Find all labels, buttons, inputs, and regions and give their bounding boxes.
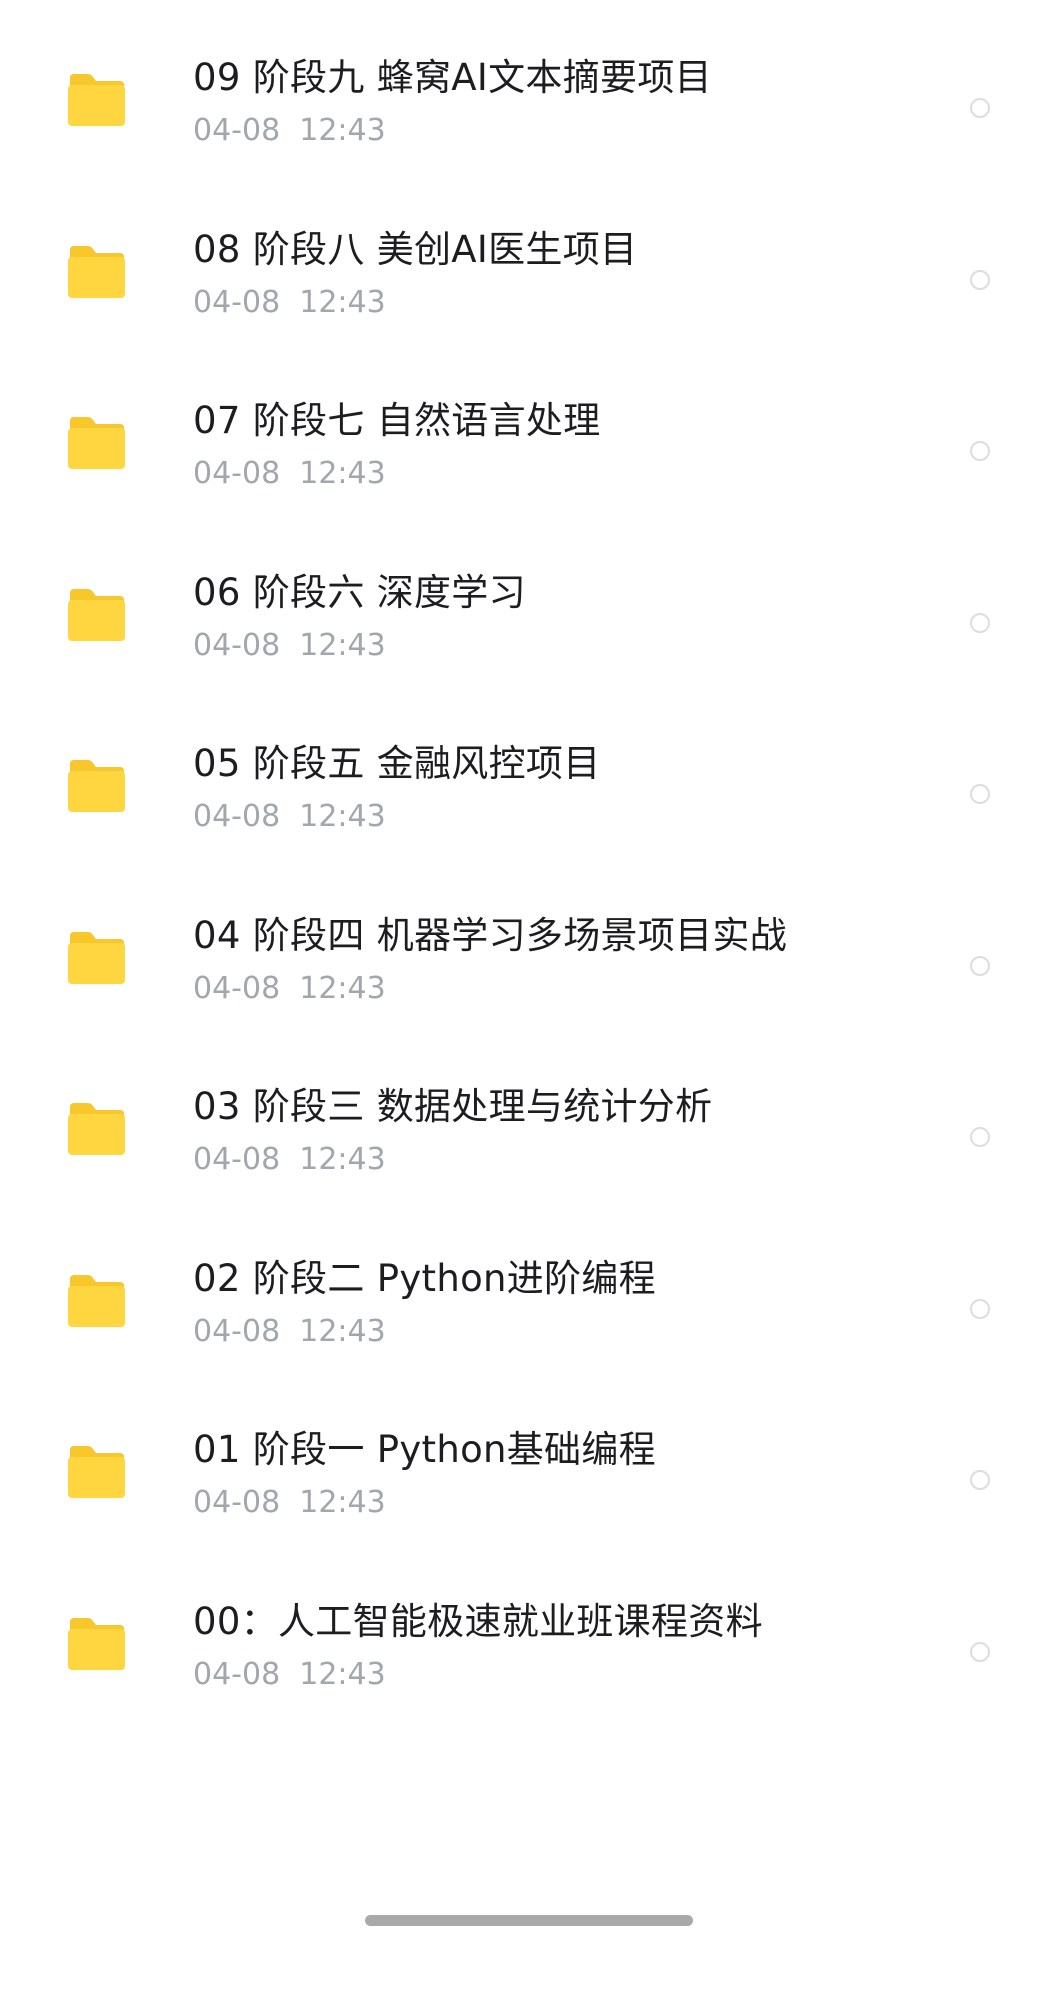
file-title: 08 阶段八 美创AI医生项目 [193,227,638,271]
file-row-text: 01 阶段一 Python基础编程 04-08 12:43 [193,1427,913,1521]
select-radio-circle[interactable] [970,98,990,118]
file-modified-time: 04-08 12:43 [193,1656,386,1692]
file-title: 00：人工智能极速就业班课程资料 [193,1599,763,1643]
file-row-text: 00：人工智能极速就业班课程资料 04-08 12:43 [193,1599,913,1693]
file-row[interactable]: 04 阶段四 机器学习多场景项目实战 04-08 12:43 [0,866,1039,1038]
file-title: 06 阶段六 深度学习 [193,570,526,614]
file-modified-time: 04-08 12:43 [193,1485,386,1520]
file-row[interactable]: 06 阶段六 深度学习 04-08 12:43 [0,523,1039,695]
file-title: 07 阶段七 自然语言处理 [193,399,601,442]
file-row[interactable]: 09 阶段九 蜂窝AI文本摘要项目 04-08 12:43 [0,8,1039,180]
file-row-text: 03 阶段三 数据处理与统计分析 04-08 12:43 [193,1084,913,1178]
folder-icon [66,1446,126,1498]
file-title: 05 阶段五 金融风控项目 [193,742,601,785]
select-radio-circle[interactable] [970,1127,990,1147]
file-row[interactable]: 00：人工智能极速就业班课程资料 04-08 12:43 [0,1552,1039,1724]
file-modified-time: 04-08 12:43 [193,456,386,491]
file-modified-time: 04-08 12:43 [193,284,386,320]
file-title: 01 阶段一 Python基础编程 [193,1428,656,1471]
file-row-text: 02 阶段二 Python进阶编程 04-08 12:43 [193,1256,913,1350]
file-row-text: 07 阶段七 自然语言处理 04-08 12:43 [193,398,913,492]
file-modified-time: 04-08 12:43 [193,799,386,834]
folder-icon [66,588,126,641]
file-row-text: 05 阶段五 金融风控项目 04-08 12:43 [193,741,913,835]
file-row-text: 06 阶段六 深度学习 04-08 12:43 [193,570,913,664]
file-row[interactable]: 02 阶段二 Python进阶编程 04-08 12:43 [0,1209,1039,1381]
folder-icon [66,1617,126,1670]
file-title: 03 阶段三 数据处理与统计分析 [193,1085,713,1128]
file-row[interactable]: 01 阶段一 Python基础编程 04-08 12:43 [0,1380,1039,1552]
file-modified-time: 04-08 12:43 [193,113,386,148]
home-indicator-bar[interactable] [365,1915,693,1926]
select-radio-circle[interactable] [970,1298,990,1319]
select-radio-circle[interactable] [970,269,990,290]
file-title: 02 阶段二 Python进阶编程 [193,1256,656,1300]
select-radio-circle[interactable] [970,955,990,976]
select-radio-circle[interactable] [970,441,990,461]
folder-icon [66,1103,126,1155]
folder-icon [66,417,126,469]
folder-icon [66,1274,126,1327]
select-radio-circle[interactable] [970,784,990,804]
file-row-text: 04 阶段四 机器学习多场景项目实战 04-08 12:43 [193,913,913,1007]
folder-icon [66,74,126,126]
file-modified-time: 04-08 12:43 [193,627,386,663]
folder-icon [66,760,126,812]
file-row[interactable]: 05 阶段五 金融风控项目 04-08 12:43 [0,694,1039,866]
folder-icon [66,245,126,298]
folder-icon [66,931,126,984]
file-row[interactable]: 07 阶段七 自然语言处理 04-08 12:43 [0,351,1039,523]
file-row-text: 09 阶段九 蜂窝AI文本摘要项目 04-08 12:43 [193,55,913,149]
file-modified-time: 04-08 12:43 [193,970,386,1006]
select-radio-circle[interactable] [970,612,990,633]
file-title: 09 阶段九 蜂窝AI文本摘要项目 [193,56,712,99]
file-modified-time: 04-08 12:43 [193,1313,386,1349]
select-radio-circle[interactable] [970,1641,990,1662]
file-row[interactable]: 08 阶段八 美创AI医生项目 04-08 12:43 [0,180,1039,352]
file-row[interactable]: 03 阶段三 数据处理与统计分析 04-08 12:43 [0,1037,1039,1209]
select-radio-circle[interactable] [970,1470,990,1490]
file-browser-screen: 09 阶段九 蜂窝AI文本摘要项目 04-08 12:43 08 阶段八 美创AI医… [0,0,1039,2001]
file-title: 04 阶段四 机器学习多场景项目实战 [193,913,788,957]
file-row-text: 08 阶段八 美创AI医生项目 04-08 12:43 [193,227,913,321]
file-modified-time: 04-08 12:43 [193,1142,386,1177]
